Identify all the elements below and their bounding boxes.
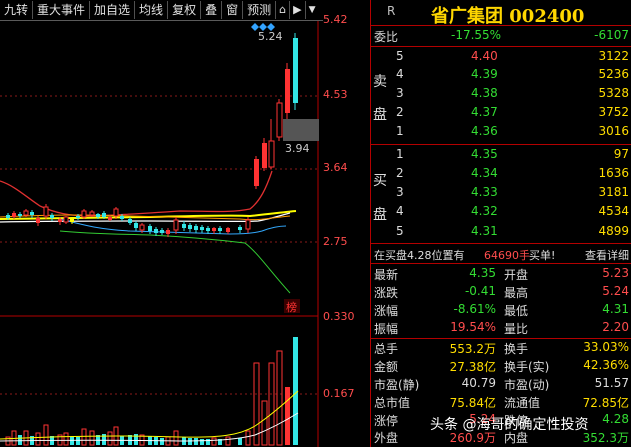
stat-row: 金额 27.38亿 换手(实) 42.36% <box>374 358 629 374</box>
low-callout: 3.94 <box>285 142 310 155</box>
ask-row-3[interactable]: 3 4.38 5328 <box>371 86 631 104</box>
toolbar-adjust[interactable]: 复权 <box>168 1 202 19</box>
chevron-down-icon[interactable]: ▼ <box>306 5 319 15</box>
margin-flag: R <box>387 4 396 18</box>
volume-axis-mid: 0.167 <box>323 387 355 400</box>
toolbar-forecast[interactable]: 预测 <box>243 1 277 19</box>
view-detail-link[interactable]: 查看详细 <box>585 247 629 263</box>
bid-row-5[interactable]: 5 4.31 4899 <box>371 224 631 242</box>
watermark: 头条 @海哥的确定性投资 <box>430 414 588 434</box>
ask-row-1[interactable]: 1 4.36 3016 <box>371 124 631 142</box>
ask-row-5[interactable]: 5 4.40 3122 <box>371 49 631 67</box>
watermark-text: 头条 @海哥的确定性投资 <box>430 417 589 433</box>
bid-row-4[interactable]: 4 4.32 4534 <box>371 204 631 222</box>
stat-row: 总市值 75.84亿 流通值 72.85亿 <box>374 396 629 410</box>
toolbar-major-events[interactable]: 重大事件 <box>33 1 91 19</box>
kline-chart[interactable] <box>0 21 323 447</box>
divider <box>371 46 631 47</box>
stat-row: 市盈(静) 40.79 市盈(动) 51.57 <box>374 376 629 392</box>
quote-panel: R 省广集团 002400 委比 -17.55% -6107 卖 盘 5 4.4… <box>371 0 631 447</box>
ask-row-2[interactable]: 2 4.37 3752 <box>371 105 631 123</box>
divider <box>371 144 631 145</box>
price-axis-2: 4.53 <box>323 88 348 101</box>
toolbar-jiuzhuan[interactable]: 九转 <box>0 1 34 19</box>
weibi-row: 委比 -17.55% -6107 <box>374 28 629 44</box>
price-axis-top: 5.42 <box>323 13 348 26</box>
ask-row-4[interactable]: 4 4.39 5236 <box>371 67 631 85</box>
stat-row: 涨幅 -8.61% 最低 4.31 <box>374 302 629 318</box>
toolbar-overlay[interactable]: 叠 <box>201 1 223 19</box>
quote-header: R 省广集团 002400 <box>371 0 631 27</box>
expand-icon[interactable]: ▶ <box>290 1 306 19</box>
toolbar-add-watchlist[interactable]: 加自选 <box>90 1 136 19</box>
high-callout: 5.24 <box>258 30 283 43</box>
volume-axis-top: 0.330 <box>323 310 355 323</box>
chart-toolbar: 九转 重大事件 加自选 均线 复权 叠 窗 预测 ⌂ ▶ ▼ <box>0 0 323 21</box>
stat-row: 最新 4.35 开盘 5.23 <box>374 266 629 282</box>
toolbar-window[interactable]: 窗 <box>222 1 244 19</box>
divider <box>371 338 631 339</box>
bid-row-1[interactable]: 1 4.35 97 <box>371 147 631 165</box>
bid-row-2[interactable]: 2 4.34 1636 <box>371 166 631 184</box>
bid-row-3[interactable]: 3 4.33 3181 <box>371 185 631 203</box>
price-axis-4: 2.75 <box>323 235 348 248</box>
stat-row: 涨跌 -0.41 最高 5.24 <box>374 284 629 300</box>
price-axis-3: 3.64 <box>323 161 348 174</box>
divider <box>371 263 631 264</box>
lock-icon[interactable]: ⌂ <box>276 1 291 19</box>
divider <box>371 25 631 26</box>
ranking-tag[interactable]: 榜 <box>286 299 297 315</box>
stat-row: 振幅 19.54% 量比 2.20 <box>374 320 629 336</box>
toolbar-moving-average[interactable]: 均线 <box>135 1 169 19</box>
big-order-alert: 在买盘4.28位置有 64690手 买单! 查看详细 <box>374 247 629 263</box>
divider <box>371 243 631 244</box>
stat-row: 总手 553.2万 换手 33.03% <box>374 340 629 356</box>
